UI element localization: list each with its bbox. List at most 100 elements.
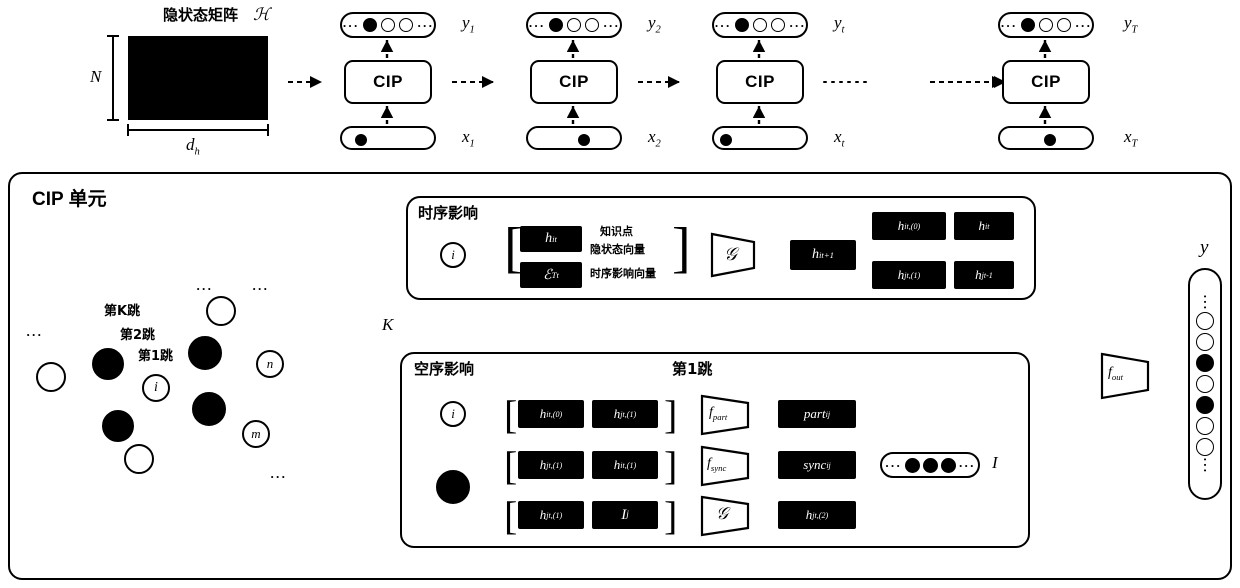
vector-cell-open bbox=[1196, 333, 1214, 351]
vector-cell-open bbox=[771, 18, 785, 32]
ellipsis-right: ··· bbox=[417, 17, 434, 33]
ellipsis-right: ··· bbox=[958, 457, 976, 473]
aggregate-vector-label: I bbox=[992, 453, 998, 472]
hop-label-1: 第1跳 bbox=[138, 349, 174, 364]
temporal-input-node-i[interactable]: i bbox=[440, 242, 466, 268]
cip-block-T[interactable]: CIP bbox=[1002, 60, 1090, 104]
graph-ellipsis-bottomright: ··· bbox=[270, 469, 287, 484]
hop-label-K: 第K跳 bbox=[104, 304, 141, 319]
output-function-f-out[interactable]: fout bbox=[1100, 352, 1150, 400]
spatial-pair-box-2a: h j t,(1) bbox=[518, 501, 584, 529]
vector-cell-filled bbox=[1196, 396, 1214, 414]
assign-dst-box-0: h i t,(0) bbox=[872, 212, 946, 240]
vector-cell-filled bbox=[1196, 354, 1214, 372]
input-marker bbox=[578, 134, 590, 146]
temporal-influence-vector-box: ℰTt bbox=[520, 262, 582, 288]
input-vector-t bbox=[712, 126, 808, 150]
vector-cell-open bbox=[399, 18, 413, 32]
spatial-pair-box-1b: h i t,(1) bbox=[592, 451, 658, 479]
temporal-bracket-right: ] bbox=[672, 217, 691, 279]
spatial-function-label-0: fpart bbox=[709, 405, 728, 422]
output-vector-2: ··· ··· bbox=[526, 12, 622, 38]
temporal-function-G[interactable]: 𝒢 bbox=[710, 232, 756, 278]
spatial-bracket-right-2: ] bbox=[664, 493, 678, 538]
input-vector-2 bbox=[526, 126, 622, 150]
spatial-function-G[interactable]: 𝒢 bbox=[700, 495, 750, 537]
cip-block-1[interactable]: CIP bbox=[344, 60, 432, 104]
hidden-state-matrix-title: 隐状态矩阵 bbox=[163, 6, 239, 24]
cip-block-2[interactable]: CIP bbox=[530, 60, 618, 104]
spatial-function-f-sync[interactable]: fsync bbox=[700, 445, 750, 487]
graph-node-n[interactable]: n bbox=[256, 350, 284, 378]
spatial-input-node-i[interactable]: i bbox=[440, 401, 466, 427]
input-label-T: xT bbox=[1124, 127, 1138, 150]
vector-cell-open bbox=[567, 18, 581, 32]
spatial-function-f-part[interactable]: fpart bbox=[700, 394, 750, 436]
input-label-2: x2 bbox=[648, 127, 661, 150]
vector-cell-open bbox=[753, 18, 767, 32]
graph-node-m[interactable]: m bbox=[242, 420, 270, 448]
assign-dst-box-1: h j t,(1) bbox=[872, 261, 946, 289]
hidden-state-matrix-block bbox=[128, 36, 268, 120]
temporal-influence-title: 时序影响 bbox=[418, 204, 479, 222]
matrix-col-label: dh bbox=[186, 135, 200, 158]
spatial-bracket-left-0: [ bbox=[504, 392, 518, 437]
ellipsis-left: ··· bbox=[528, 17, 545, 33]
spatial-bracket-left-2: [ bbox=[504, 493, 518, 538]
vector-cell-filled bbox=[549, 18, 563, 32]
vector-cell-open bbox=[1196, 312, 1214, 330]
spatial-function-label-2: 𝒢 bbox=[716, 504, 729, 523]
vector-cell-filled bbox=[363, 18, 377, 32]
graph-node-neighbor-3[interactable] bbox=[102, 410, 134, 442]
aggregate-vector-I: ··· ··· bbox=[880, 452, 980, 478]
hidden-state-matrix-symbol: ℋ bbox=[253, 5, 270, 24]
spatial-bracket-right-1: ] bbox=[664, 443, 678, 488]
output-label-t: yt bbox=[834, 13, 845, 36]
input-vector-1 bbox=[340, 126, 436, 150]
hop-label-2: 第2跳 bbox=[120, 328, 156, 343]
graph-node-outer-bottom[interactable] bbox=[124, 444, 154, 474]
assign-src-box-0: hit bbox=[954, 212, 1014, 240]
graph-node-neighbor-2[interactable] bbox=[188, 336, 222, 370]
spatial-output-box-1: sync ij bbox=[778, 451, 856, 479]
graph-ellipsis-topleft: ··· bbox=[26, 327, 43, 342]
input-marker bbox=[355, 134, 367, 146]
ellipsis-right: ··· bbox=[603, 17, 620, 33]
spatial-function-label-1: fsync bbox=[707, 456, 727, 473]
input-label-1: x1 bbox=[462, 127, 475, 150]
spatial-output-box-0: part ij bbox=[778, 400, 856, 428]
input-marker bbox=[1044, 134, 1056, 146]
vector-cell-open bbox=[381, 18, 395, 32]
spatial-pair-box-2b: Ij bbox=[592, 501, 658, 529]
vector-cell-filled bbox=[940, 457, 956, 473]
output-vector-T: ··· ··· bbox=[998, 12, 1094, 38]
ellipsis-left: ··· bbox=[884, 457, 902, 473]
input-marker bbox=[720, 134, 732, 146]
temporal-function-label: 𝒢 bbox=[724, 244, 737, 264]
final-output-label: y bbox=[1200, 237, 1209, 258]
cip-cell-title: CIP 单元 bbox=[32, 189, 107, 210]
cip-block-t[interactable]: CIP bbox=[716, 60, 804, 104]
ellipsis-right: ··· bbox=[789, 17, 806, 33]
ellipsis-left: ··· bbox=[1000, 17, 1017, 33]
output-label-1: y1 bbox=[462, 13, 475, 36]
matrix-row-label: N bbox=[90, 67, 102, 86]
vector-cell-open bbox=[1196, 438, 1214, 456]
spatial-input-node-neighbor[interactable] bbox=[436, 470, 470, 504]
graph-node-outer-top[interactable] bbox=[206, 296, 236, 326]
ellipsis-left: ··· bbox=[714, 17, 731, 33]
graph-node-neighbor-4[interactable] bbox=[192, 392, 226, 426]
repeat-count-label: K bbox=[382, 315, 394, 334]
graph-ellipsis-topright: ··· bbox=[252, 281, 269, 296]
graph-node-center-i[interactable]: i bbox=[142, 374, 170, 402]
graph-node-neighbor-1[interactable] bbox=[92, 348, 124, 380]
spatial-bracket-right-0: ] bbox=[664, 392, 678, 437]
graph-node-outer-left[interactable] bbox=[36, 362, 66, 392]
annotation-temporal-vector: 时序影响向量 bbox=[590, 267, 656, 280]
vector-cell-open bbox=[1196, 417, 1214, 435]
ellipsis-top: ··· bbox=[1197, 294, 1213, 311]
vector-cell-filled bbox=[1021, 18, 1035, 32]
output-label-T: yT bbox=[1124, 13, 1138, 36]
graph-ellipsis-topmid: ··· bbox=[196, 281, 213, 296]
spatial-output-box-2: h j t,(2) bbox=[778, 501, 856, 529]
